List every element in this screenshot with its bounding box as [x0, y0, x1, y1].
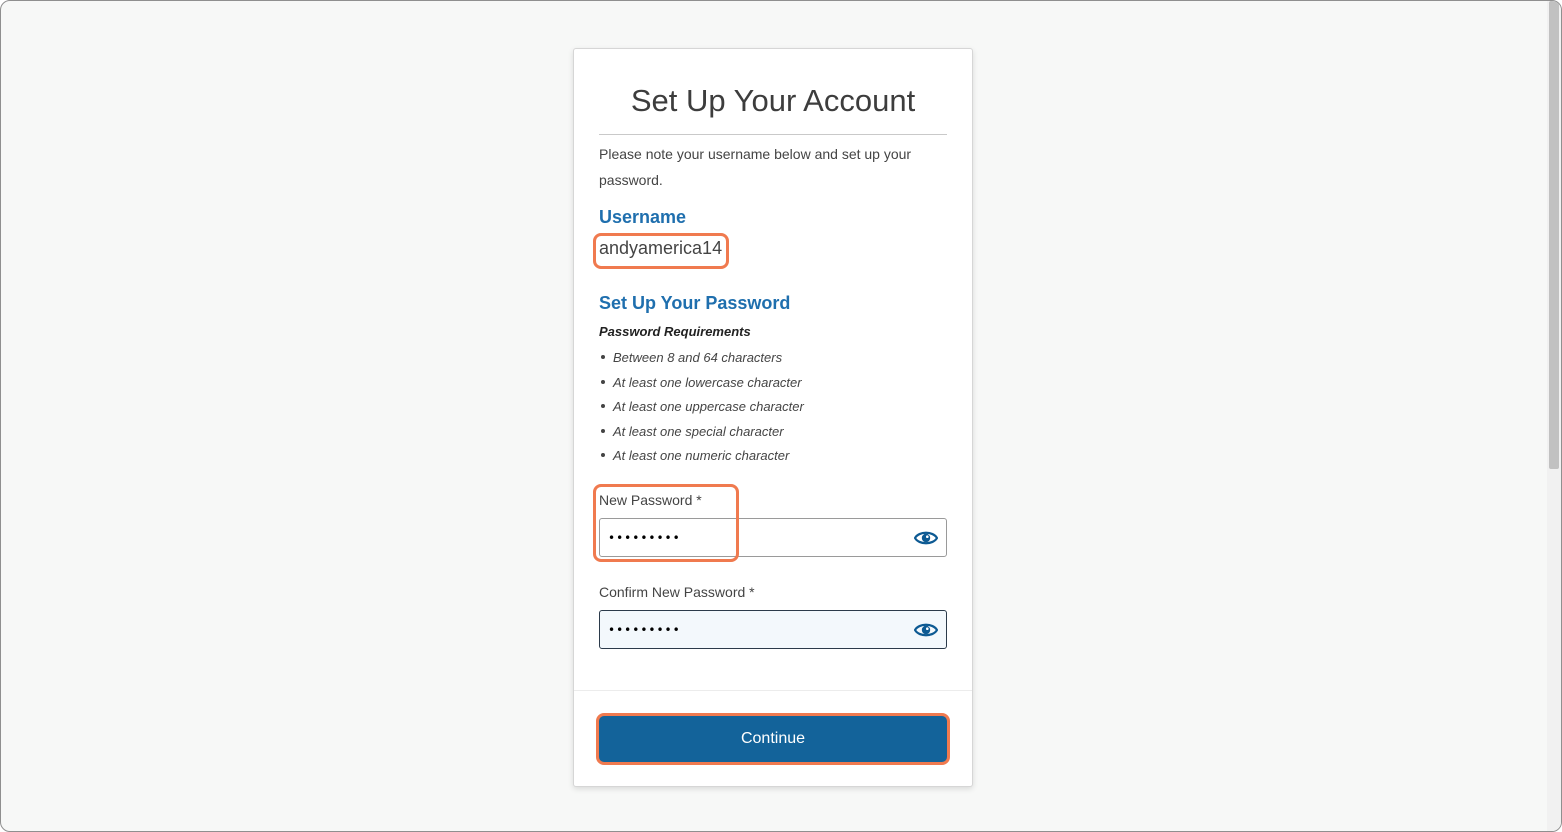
continue-button[interactable]: Continue — [599, 716, 947, 762]
new-password-label: New Password * — [599, 492, 702, 508]
eye-icon[interactable] — [913, 528, 939, 548]
requirements-list: Between 8 and 64 characters At least one… — [599, 348, 804, 471]
scrollbar-thumb[interactable] — [1549, 1, 1559, 469]
requirement-item: Between 8 and 64 characters — [601, 348, 804, 373]
browser-viewport: Set Up Your Account Please note your use… — [0, 0, 1562, 832]
requirement-item: At least one numeric character — [601, 446, 804, 471]
username-value: andyamerica14 — [599, 238, 723, 258]
username-label: Username — [599, 207, 687, 227]
account-setup-card: Set Up Your Account Please note your use… — [573, 48, 973, 787]
footer-divider — [574, 690, 972, 691]
intro-text: Please note your username below and set … — [599, 146, 912, 188]
password-section-heading: Set Up Your Password — [599, 293, 791, 313]
title-divider — [599, 134, 947, 135]
page-title: Set Up Your Account — [630, 83, 916, 118]
eye-icon[interactable] — [913, 620, 939, 640]
requirements-title: Password Requirements — [599, 324, 751, 339]
confirm-password-field[interactable] — [599, 610, 947, 649]
scrollbar[interactable] — [1547, 1, 1561, 831]
confirm-password-label: Confirm New Password * — [599, 584, 755, 600]
confirm-password-input[interactable] — [608, 618, 898, 642]
requirement-item: At least one uppercase character — [601, 397, 804, 422]
requirement-item: At least one special character — [601, 422, 804, 447]
requirement-item: At least one lowercase character — [601, 373, 804, 398]
new-password-input[interactable] — [608, 526, 898, 550]
new-password-field[interactable] — [599, 518, 947, 557]
